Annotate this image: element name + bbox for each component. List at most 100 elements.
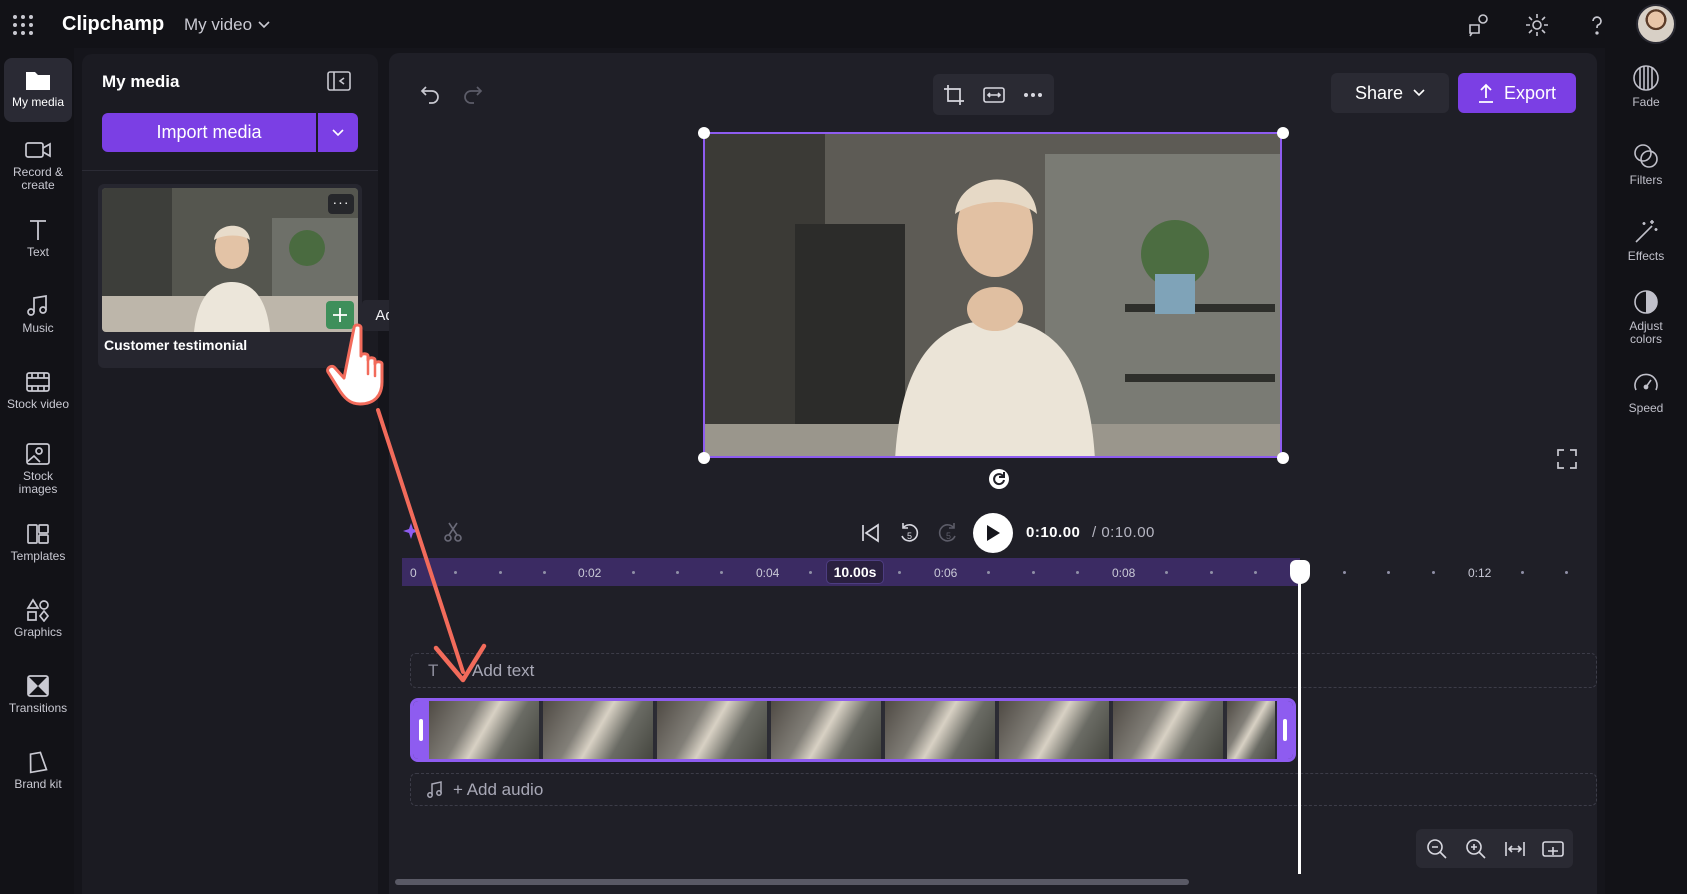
- prop-label: Adjust colors: [1629, 319, 1663, 346]
- nav-stock-video[interactable]: Stock video: [4, 370, 72, 420]
- play-icon: [987, 525, 1000, 541]
- ruler-tick: [1254, 571, 1257, 574]
- timeline-scrollbar[interactable]: [395, 879, 1189, 885]
- ruler-tick: [1032, 571, 1035, 574]
- chevron-down-icon: [1413, 89, 1425, 97]
- skip-to-start-icon[interactable]: [859, 522, 881, 544]
- fullscreen-icon[interactable]: [1556, 448, 1578, 470]
- resize-handle[interactable]: [698, 127, 710, 139]
- video-clip-track[interactable]: [410, 698, 1296, 762]
- resize-handle[interactable]: [698, 452, 710, 464]
- settings-gear-icon[interactable]: [1524, 12, 1550, 38]
- prop-label: Effects: [1627, 249, 1665, 263]
- import-media-button[interactable]: Import media: [102, 113, 316, 152]
- rewind-seconds: 5: [907, 531, 913, 541]
- nav-my-media[interactable]: My media: [4, 58, 72, 122]
- add-audio-label[interactable]: + Add audio: [453, 780, 543, 800]
- feedback-icon[interactable]: [1466, 12, 1492, 38]
- add-to-timeline-button[interactable]: [326, 301, 354, 329]
- clip-trim-handle-left[interactable]: [413, 701, 429, 759]
- ruler-label: 0:12: [1468, 566, 1492, 580]
- video-preview[interactable]: [703, 132, 1282, 458]
- nav-transitions[interactable]: Transitions: [4, 674, 72, 724]
- effects-icon: [1635, 220, 1658, 243]
- resize-handle[interactable]: [1277, 127, 1289, 139]
- undo-icon[interactable]: [418, 81, 442, 105]
- right-property-panel: Fade Filters Effects Adjust colors Speed: [1605, 48, 1687, 894]
- ruler-tick: [632, 571, 635, 574]
- prop-filters[interactable]: Filters: [1605, 142, 1687, 187]
- timeline-ruler[interactable]: 0 0:02 0:04 0:06 0:08 0:12: [402, 558, 1578, 586]
- zoom-in-icon[interactable]: [1465, 838, 1487, 860]
- video-title-label: My video: [184, 15, 253, 34]
- prop-adjust-colors[interactable]: Adjust colors: [1605, 288, 1687, 346]
- nav-music[interactable]: Music: [4, 294, 72, 344]
- zoom-out-icon[interactable]: [1426, 838, 1448, 860]
- app-launcher-icon[interactable]: [12, 14, 34, 36]
- ruler-label: 0:04: [756, 566, 780, 580]
- clip-frame: [429, 701, 541, 759]
- zoom-controls: [1416, 829, 1573, 868]
- clip-frame: [1113, 701, 1225, 759]
- more-icon[interactable]: [1022, 84, 1044, 106]
- prop-label: Fade: [1632, 95, 1660, 109]
- play-button[interactable]: [973, 513, 1013, 553]
- ruler-tick: [1432, 571, 1435, 574]
- ruler-tick: [898, 571, 901, 574]
- ruler-tick: [1521, 571, 1524, 574]
- camera-icon: [25, 142, 51, 158]
- templates-icon: [27, 524, 49, 544]
- rewind-5-icon[interactable]: 5: [897, 520, 921, 546]
- share-label: Share: [1354, 82, 1404, 103]
- video-title-dropdown[interactable]: My video: [184, 15, 270, 35]
- add-text-label[interactable]: Add text: [472, 661, 534, 681]
- ruler-tick: [543, 571, 546, 574]
- rotate-icon[interactable]: [988, 468, 1010, 490]
- share-button[interactable]: Share: [1331, 73, 1449, 113]
- top-bar: Clipchamp My video: [0, 0, 1687, 48]
- split-scissors-icon[interactable]: [442, 521, 464, 543]
- import-options-dropdown[interactable]: [318, 113, 358, 152]
- resize-handle[interactable]: [1277, 452, 1289, 464]
- panel-title: My media: [102, 72, 180, 91]
- crop-icon[interactable]: [943, 84, 965, 106]
- ruler-tick: [676, 571, 679, 574]
- ruler-label: 0:02: [578, 566, 602, 580]
- nav-graphics[interactable]: Graphics: [4, 598, 72, 648]
- redo-icon[interactable]: [461, 81, 485, 105]
- fit-timeline-icon[interactable]: [1504, 838, 1526, 860]
- nav-label: Graphics: [13, 625, 63, 639]
- help-icon[interactable]: [1584, 12, 1610, 38]
- forward-5-icon[interactable]: 5: [936, 520, 960, 546]
- playhead[interactable]: [1298, 568, 1301, 874]
- ruler-tick: [1343, 571, 1346, 574]
- nav-text[interactable]: Text: [4, 218, 72, 268]
- fit-icon[interactable]: [983, 84, 1005, 106]
- audio-track-placeholder[interactable]: [410, 773, 1597, 806]
- more-options-button[interactable]: ···: [328, 194, 354, 214]
- sparkle-icon[interactable]: [402, 522, 420, 540]
- timeline-view-icon[interactable]: [1542, 838, 1564, 860]
- clip-trim-handle-right[interactable]: [1277, 701, 1293, 759]
- nav-stock-images[interactable]: Stock images: [4, 442, 72, 502]
- playhead-time-badge: 10.00s: [826, 560, 884, 584]
- shapes-icon: [26, 598, 50, 622]
- prop-speed[interactable]: Speed: [1605, 370, 1687, 415]
- media-item-card[interactable]: ··· Customer testimonial: [98, 184, 362, 368]
- ruler-label: 0:06: [934, 566, 958, 580]
- collapse-panel-icon[interactable]: [326, 70, 352, 92]
- nav-brand-kit[interactable]: Brand kit: [4, 750, 72, 800]
- prop-fade[interactable]: Fade: [1605, 64, 1687, 109]
- nav-record-create[interactable]: Record & create: [4, 138, 72, 198]
- nav-templates[interactable]: Templates: [4, 522, 72, 572]
- playhead-handle[interactable]: [1290, 560, 1310, 584]
- text-track-icon: T: [428, 661, 439, 680]
- nav-label: Record & create: [12, 165, 64, 192]
- export-button[interactable]: Export: [1458, 73, 1576, 113]
- current-time: 0:10.00: [1026, 524, 1081, 541]
- ruler-tick: [720, 571, 723, 574]
- user-avatar[interactable]: [1636, 4, 1676, 44]
- left-nav: My media Record & create Text Music Stoc…: [0, 48, 74, 894]
- text-track-placeholder[interactable]: [410, 653, 1597, 688]
- prop-effects[interactable]: Effects: [1605, 218, 1687, 263]
